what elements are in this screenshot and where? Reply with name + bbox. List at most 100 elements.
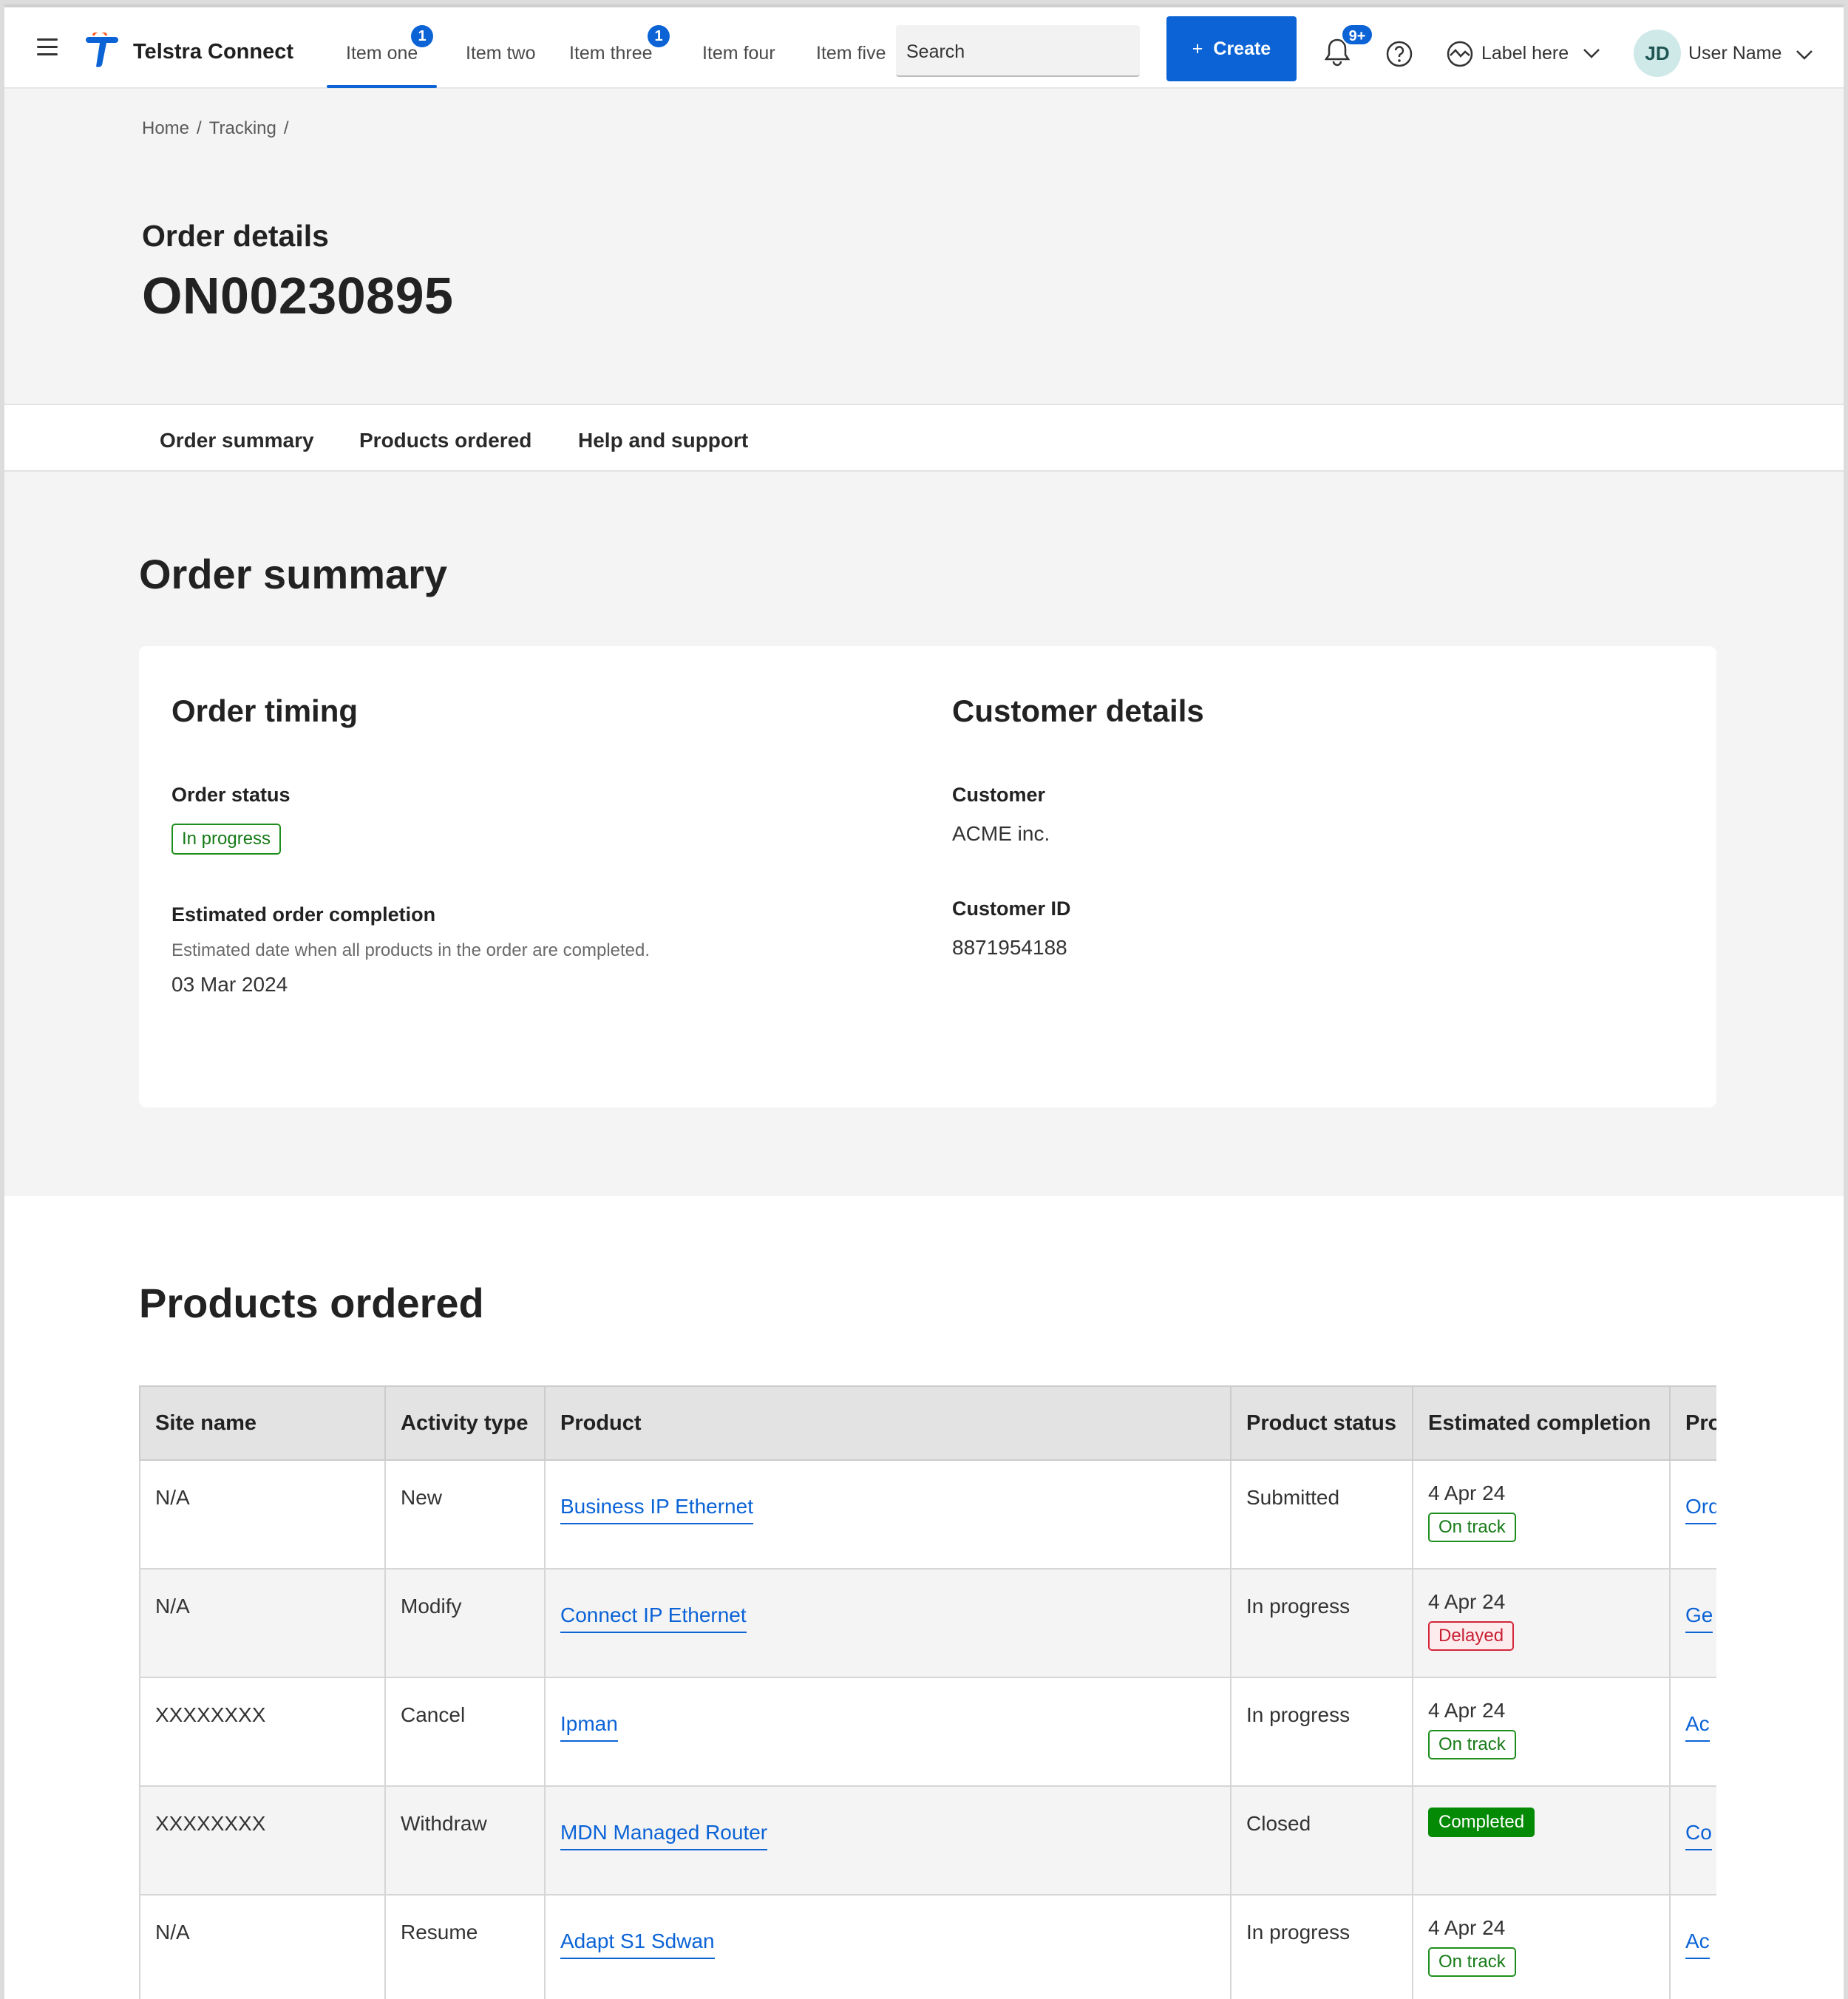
truncated-link[interactable]: Co [1685,1821,1712,1850]
cell-activity-type: Cancel [385,1677,545,1786]
cell-activity-type: New [385,1460,545,1569]
nav-item-one[interactable]: Item one [346,43,418,64]
top-navigation: Telstra Connect Item one 1 Item two Item… [4,7,1844,89]
estimated-date: 4 Apr 24 [1428,1590,1654,1614]
telstra-logo[interactable] [86,33,120,68]
status-badge: On track [1428,1513,1516,1542]
cell-activity-type: Modify [385,1569,545,1677]
products-table-container[interactable]: Site name Activity type Product Product … [139,1385,1716,1999]
column-header-activity-type[interactable]: Activity type [385,1386,545,1460]
estimated-completion-label: Estimated order completion [171,903,435,926]
estimated-date: 4 Apr 24 [1428,1699,1654,1723]
products-table: Site name Activity type Product Product … [139,1385,1716,1999]
estimated-date: 4 Apr 24 [1428,1482,1654,1505]
customer-id-label: Customer ID [952,897,1071,920]
order-status-badge: In progress [171,824,281,855]
create-label: Create [1213,38,1271,59]
nav-item-five[interactable]: Item five [816,43,886,64]
table-row: N/A Modify Connect IP Ethernet In progre… [140,1569,1716,1677]
estimated-completion-value: 03 Mar 2024 [171,973,288,997]
breadcrumb-home[interactable]: Home [142,118,189,138]
search-input[interactable]: Search [896,25,1140,77]
cell-estimated-completion: Completed [1413,1786,1670,1895]
cell-product-status: Submitted [1231,1460,1413,1569]
nav-item-three[interactable]: Item three [569,43,653,64]
product-link[interactable]: Connect IP Ethernet [560,1603,747,1633]
cell-estimated-completion: 4 Apr 24 On track [1413,1895,1670,1999]
column-header-estimated-completion[interactable]: Estimated completion [1413,1386,1670,1460]
brand-name[interactable]: Telstra Connect [133,40,293,64]
cell-product-status: Closed [1231,1786,1413,1895]
order-summary-title: Order summary [139,550,447,598]
user-name[interactable]: User Name [1688,43,1781,64]
page-title: ON00230895 [142,266,453,325]
nav-item-one-badge: 1 [411,25,433,47]
cell-truncated: Co [1670,1786,1716,1895]
cell-product-status: In progress [1231,1677,1413,1786]
notification-badge: 9+ [1341,24,1373,46]
table-row: N/A New Business IP Ethernet Submitted 4… [140,1460,1716,1569]
help-icon[interactable] [1385,40,1413,68]
cell-product: Adapt S1 Sdwan [545,1895,1231,1999]
nav-item-three-badge: 1 [648,25,670,47]
section-tabs: Order summary Products ordered Help and … [4,404,1844,472]
product-link[interactable]: MDN Managed Router [560,1821,767,1850]
product-link[interactable]: Adapt S1 Sdwan [560,1930,715,1959]
product-link[interactable]: Ipman [560,1712,618,1742]
cell-activity-type: Withdraw [385,1786,545,1895]
truncated-link[interactable]: Ac [1685,1930,1710,1959]
column-header-site-name[interactable]: Site name [140,1386,385,1460]
hamburger-icon[interactable] [37,37,59,58]
status-badge: On track [1428,1947,1516,1977]
column-header-product-status[interactable]: Product status [1231,1386,1413,1460]
table-row: XXXXXXXX Cancel Ipman In progress 4 Apr … [140,1677,1716,1786]
cell-product-status: In progress [1231,1569,1413,1677]
customer-label: Customer [952,784,1045,807]
customer-details-heading: Customer details [952,693,1204,729]
create-button[interactable]: + Create [1166,16,1297,81]
estimated-date: 4 Apr 24 [1428,1916,1654,1940]
truncated-link[interactable]: Ac [1685,1712,1710,1742]
cell-site-name: XXXXXXXX [140,1677,385,1786]
cell-estimated-completion: 4 Apr 24 On track [1413,1677,1670,1786]
customer-value: ACME inc. [952,822,1050,846]
breadcrumb: Home/Tracking/ [142,118,296,139]
cell-site-name: N/A [140,1460,385,1569]
order-status-label: Order status [171,784,291,807]
tab-order-summary[interactable]: Order summary [160,429,314,452]
tab-products-ordered[interactable]: Products ordered [359,429,531,452]
status-badge: Delayed [1428,1621,1514,1651]
cell-site-name: N/A [140,1569,385,1677]
status-badge: Completed [1428,1808,1535,1837]
cell-estimated-completion: 4 Apr 24 On track [1413,1460,1670,1569]
product-link[interactable]: Business IP Ethernet [560,1495,753,1524]
customer-id-value: 8871954188 [952,936,1067,960]
column-header-product[interactable]: Product [545,1386,1231,1460]
cell-product-status: In progress [1231,1895,1413,1999]
plus-icon: + [1192,38,1203,59]
label-here-text: Label here [1481,43,1569,64]
avatar[interactable]: JD [1634,30,1681,77]
cell-truncated: Ge [1670,1569,1716,1677]
cell-product: Ipman [545,1677,1231,1786]
truncated-link[interactable]: Ord [1685,1495,1716,1524]
column-header-truncated[interactable]: Pro [1670,1386,1716,1460]
breadcrumb-tracking[interactable]: Tracking [209,118,276,138]
page-label: Order details [142,219,329,254]
cell-site-name: N/A [140,1895,385,1999]
truncated-link[interactable]: Ge [1685,1603,1713,1633]
tab-help-and-support[interactable]: Help and support [578,429,748,452]
estimated-completion-help: Estimated date when all products in the … [171,940,650,961]
cell-site-name: XXXXXXXX [140,1786,385,1895]
user-chevron-down-icon[interactable] [1795,47,1814,62]
status-badge: On track [1428,1730,1516,1759]
table-row: N/A Resume Adapt S1 Sdwan In progress 4 … [140,1895,1716,1999]
trend-icon [1446,40,1474,68]
order-summary-card: Order timing Order status In progress Es… [139,646,1716,1107]
app-frame: Telstra Connect Item one 1 Item two Item… [4,4,1844,1992]
cell-truncated: Ord [1670,1460,1716,1569]
cell-product: Business IP Ethernet [545,1460,1231,1569]
nav-item-two[interactable]: Item two [466,43,535,64]
order-timing-heading: Order timing [171,693,358,729]
nav-item-four[interactable]: Item four [702,43,775,64]
